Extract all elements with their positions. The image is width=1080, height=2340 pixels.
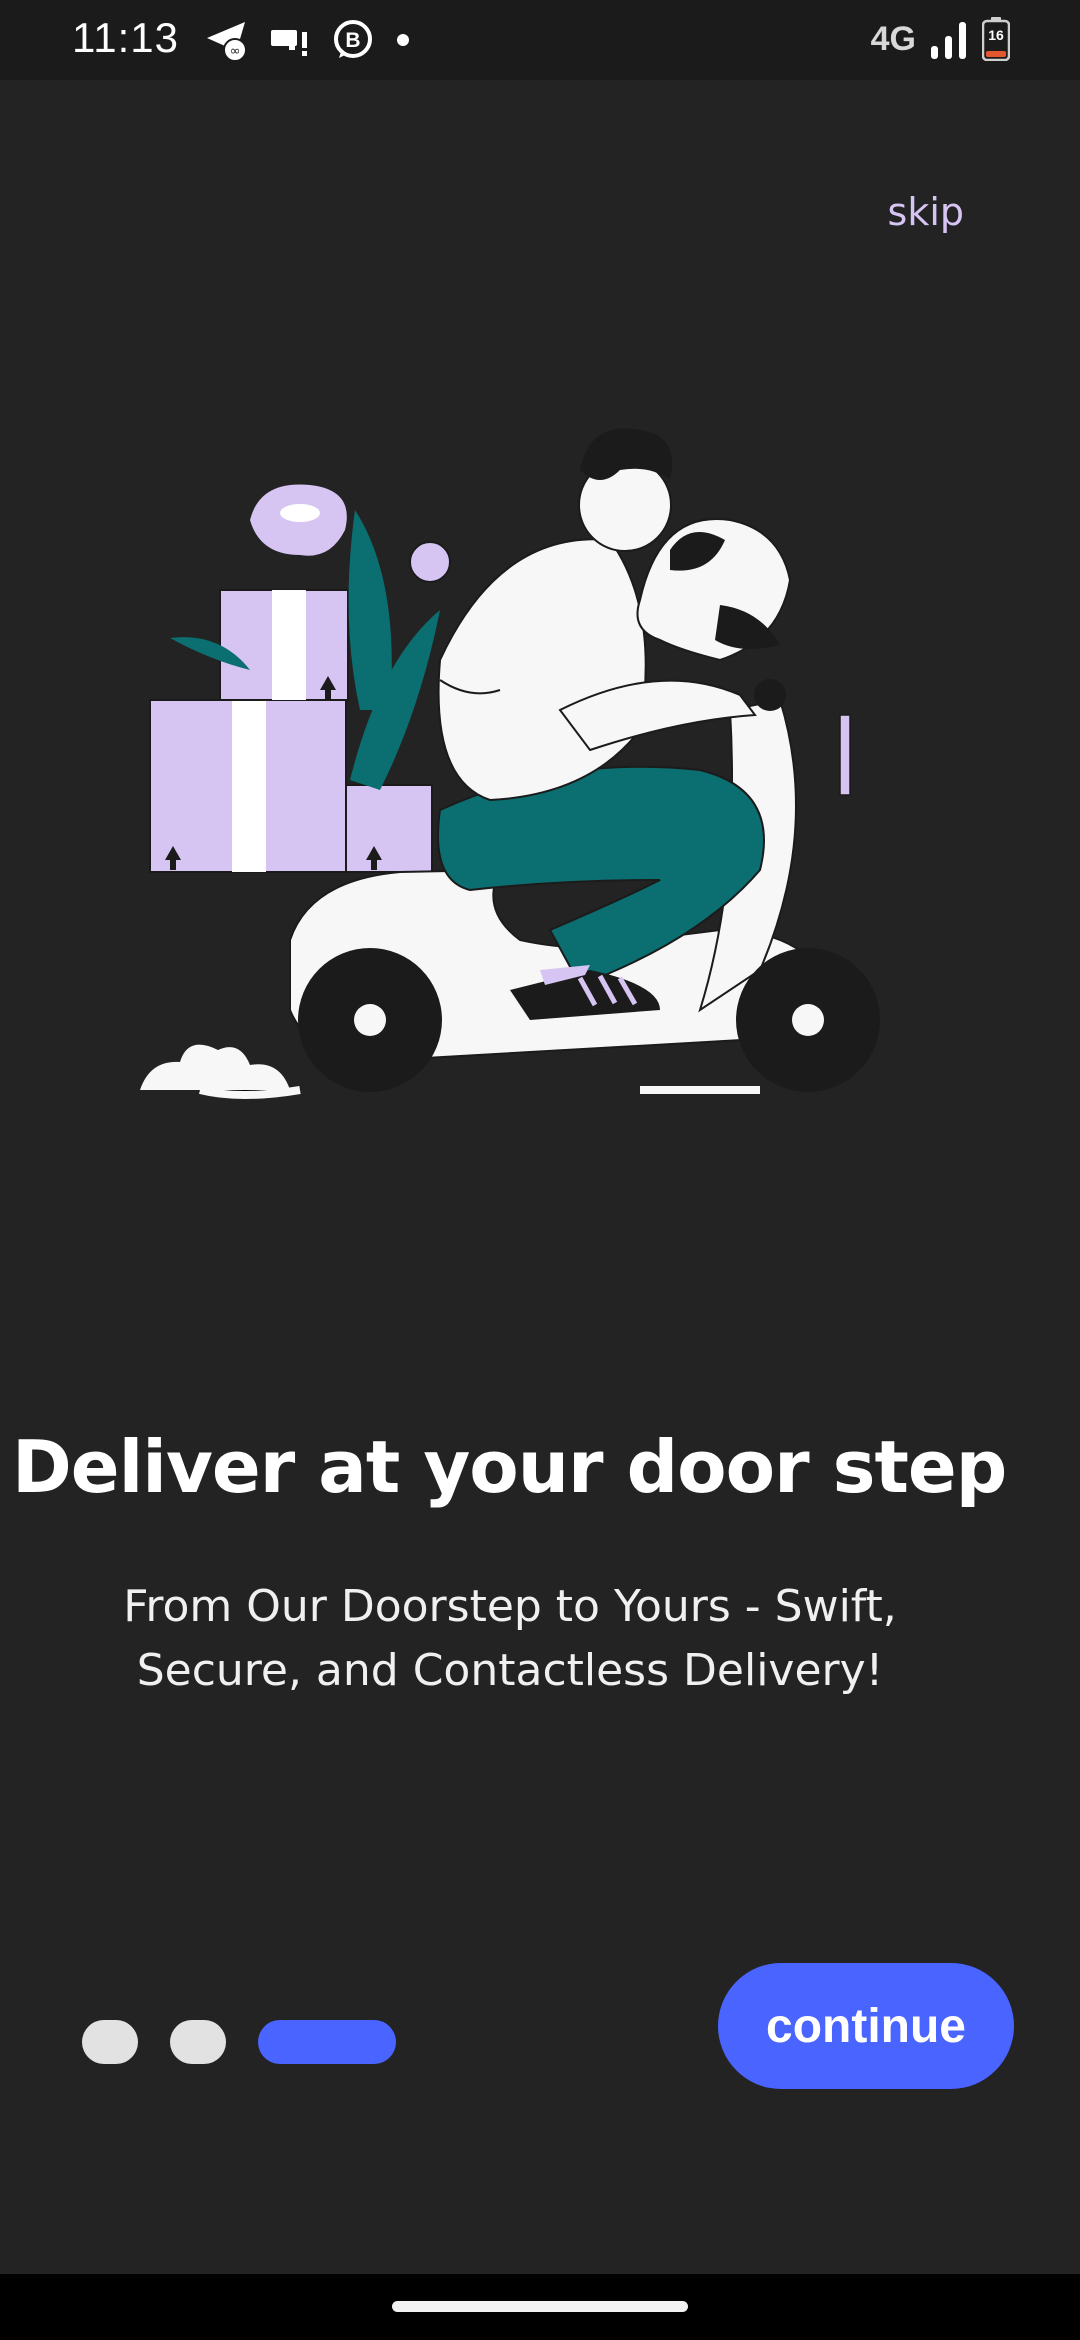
continue-button[interactable]: continue bbox=[718, 1963, 1014, 2089]
signal-icon bbox=[931, 22, 966, 59]
svg-text:∞: ∞ bbox=[230, 44, 241, 59]
page-dot-3-active bbox=[258, 2020, 396, 2064]
onboarding-title: Deliver at your door step bbox=[12, 1425, 1007, 1509]
svg-text:B: B bbox=[345, 29, 360, 52]
notification-dot-icon bbox=[397, 34, 409, 46]
telegram-icon: ∞ bbox=[207, 22, 247, 62]
delivery-scooter-illustration bbox=[140, 428, 880, 1099]
battery-level: 16 bbox=[988, 27, 1004, 43]
page-indicator bbox=[82, 2020, 396, 2064]
status-time: 11:13 bbox=[72, 14, 179, 61]
network-type: 4G bbox=[870, 19, 916, 58]
skip-button[interactable]: skip bbox=[888, 190, 964, 234]
status-bar: 11:13 ∞ B 4G 16 bbox=[0, 0, 1080, 80]
system-nav-bar bbox=[0, 2274, 1080, 2340]
page-dot-2 bbox=[170, 2020, 226, 2064]
status-notification-icons: ∞ B bbox=[205, 18, 413, 62]
battery-icon: 16 bbox=[981, 17, 1011, 62]
onboarding-subtitle: From Our Doorstep to Yours - Swift, Secu… bbox=[123, 1581, 897, 1696]
status-system-icons: 4G 16 bbox=[870, 14, 1011, 64]
cast-alert-icon bbox=[271, 30, 307, 56]
whatsapp-business-icon: B bbox=[334, 20, 372, 58]
home-indicator[interactable] bbox=[392, 2301, 688, 2312]
page-dot-1 bbox=[82, 2020, 138, 2064]
